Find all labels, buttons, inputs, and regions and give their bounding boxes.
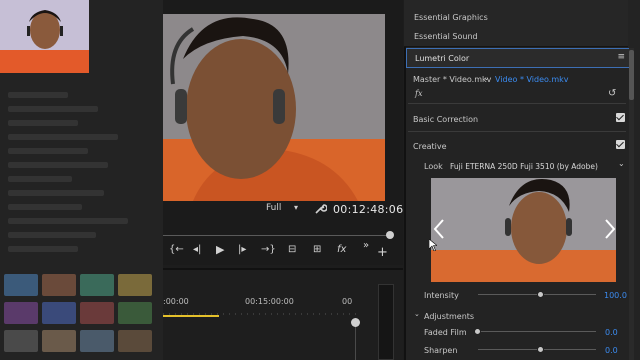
resolution-value: Full (266, 203, 282, 213)
play-icon[interactable]: ▶ (216, 243, 224, 256)
panel-scrollbar[interactable] (629, 48, 634, 360)
adjustments-chevron-icon[interactable]: ⌄ (414, 310, 420, 318)
go-to-in-icon[interactable]: {← (169, 244, 184, 255)
tab-essential-sound[interactable]: Essential Sound (404, 27, 628, 47)
more-icon[interactable]: » (363, 240, 369, 251)
media-thumbnails (0, 270, 163, 360)
master-clip-label[interactable]: Master * Video.mkv (413, 75, 491, 84)
playhead-timecode[interactable]: 00:12:48:06 (333, 203, 403, 216)
sharpen-slider-knob[interactable] (537, 346, 544, 353)
step-forward-icon[interactable]: |▸ (238, 244, 246, 255)
step-back-icon[interactable]: ◂| (193, 244, 201, 255)
transport-controls: {← ◂| ▶ |▸ →} ⊟ ⊞ fx » + (163, 240, 403, 262)
wrench-icon[interactable] (313, 201, 328, 215)
look-preview-thumbnail (431, 178, 616, 282)
faded-film-value[interactable]: 0.0 (605, 328, 618, 337)
mouse-cursor-icon (429, 239, 437, 251)
sharpen-value[interactable]: 0.0 (605, 346, 618, 355)
chevron-down-icon[interactable]: ⌄ (483, 73, 490, 82)
fx-icon[interactable]: fx (337, 244, 346, 255)
essential-sound-label: Essential Sound (414, 32, 478, 41)
resolution-select[interactable]: Full ▾ (266, 203, 298, 213)
tab-lumetri-color[interactable]: Lumetri Color ≡ (406, 48, 630, 68)
intensity-slider-knob[interactable] (537, 291, 544, 298)
next-look-arrow-icon[interactable] (604, 218, 618, 242)
extract-icon[interactable]: ⊞ (313, 244, 321, 255)
reset-icon[interactable]: ↺ (608, 88, 616, 99)
basic-correction-checkbox[interactable] (616, 113, 625, 122)
fx-toggle[interactable]: fx (415, 89, 422, 98)
lift-icon[interactable]: ⊟ (288, 244, 296, 255)
look-select[interactable]: Fuji ETERNA 250D Fuji 3510 (by Adobe) (450, 162, 598, 171)
basic-correction-label[interactable]: Basic Correction (413, 115, 478, 124)
tab-essential-graphics[interactable]: Essential Graphics (404, 8, 628, 28)
faded-film-slider[interactable] (478, 331, 596, 332)
intensity-value[interactable]: 100.0 (604, 291, 627, 300)
audio-meter (378, 284, 394, 360)
look-label: Look (424, 162, 443, 171)
add-button-icon[interactable]: + (377, 245, 388, 260)
go-to-out-icon[interactable]: →} (261, 244, 276, 255)
program-video-frame (163, 14, 385, 201)
timeline-mid-time: 00:15:00:00 (245, 297, 294, 306)
monitor-scrubber[interactable] (163, 226, 394, 239)
creative-checkbox[interactable] (616, 140, 625, 149)
timeline-end-time: 00 (342, 297, 353, 306)
lumetri-color-label: Lumetri Color (415, 54, 470, 63)
essential-graphics-label: Essential Graphics (414, 13, 488, 22)
adjustments-label[interactable]: Adjustments (424, 312, 474, 321)
timeline-playhead[interactable] (351, 318, 360, 327)
scrubber-playhead[interactable] (386, 231, 394, 239)
faded-film-slider-knob[interactable] (474, 328, 481, 335)
panel-menu-icon[interactable]: ≡ (617, 52, 625, 62)
chevron-down-icon: ▾ (294, 203, 299, 212)
faded-film-label: Faded Film (424, 328, 467, 337)
work-area-bar[interactable] (163, 315, 219, 317)
look-chevron-icon[interactable]: ⌄ (618, 159, 625, 168)
timeline-start-time: :00:00 (163, 297, 189, 306)
sharpen-label: Sharpen (424, 346, 458, 355)
creative-label[interactable]: Creative (413, 142, 447, 151)
webcam-overlay (0, 0, 89, 73)
app-window: Full ▾ 00:12:48:06 {← ◂| ▶ |▸ →} ⊟ ⊞ fx … (0, 0, 640, 360)
intensity-label: Intensity (424, 291, 459, 300)
active-clip-label[interactable]: Video * Video.mkv (495, 75, 568, 84)
